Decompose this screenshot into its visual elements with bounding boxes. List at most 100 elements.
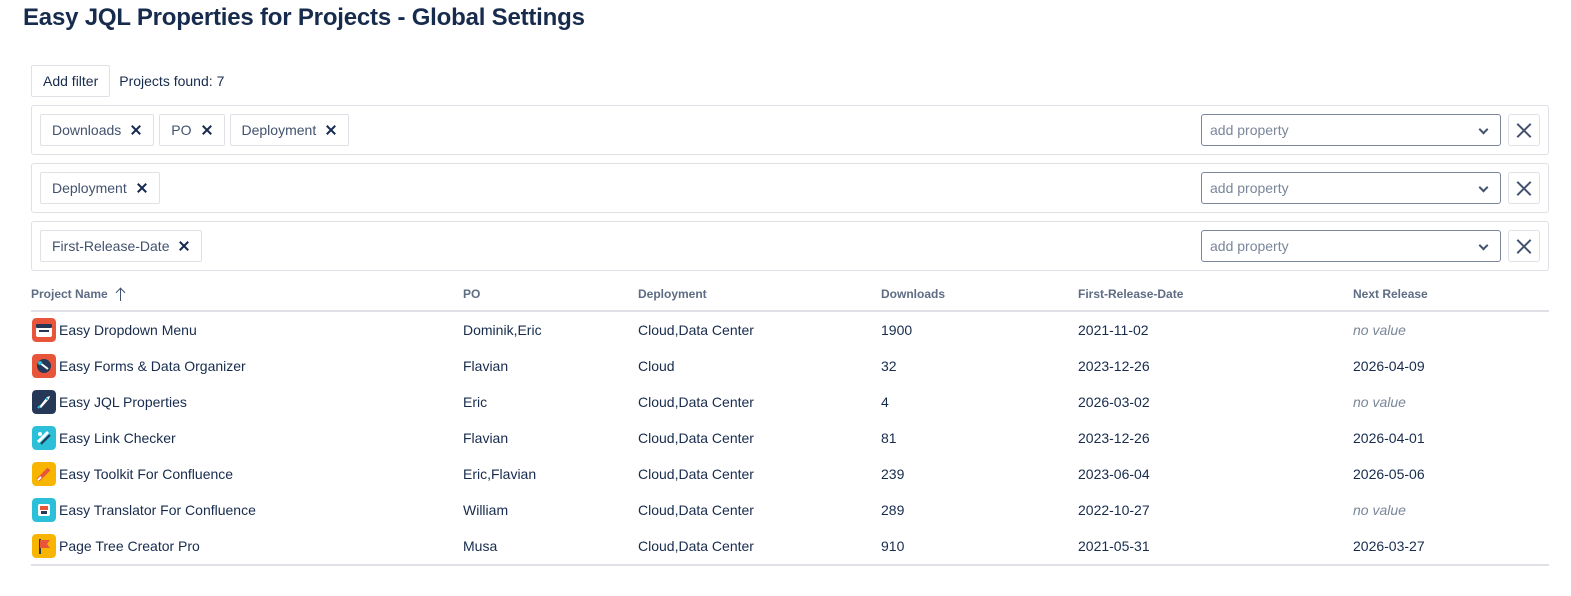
cell-next-release: 2026-03-27 — [1353, 538, 1425, 554]
filter-chips: Downloads PO Deployment — [40, 114, 350, 146]
remove-filter-row-button[interactable] — [1508, 114, 1540, 146]
project-name-text: Easy Translator For Confluence — [59, 502, 256, 518]
cell-first-release-date: 2023-06-04 — [1078, 466, 1150, 482]
rocket-app-icon — [32, 390, 56, 414]
cell-po: Eric,Flavian — [463, 466, 537, 482]
project-name-text: Easy Link Checker — [59, 430, 176, 446]
filter-toolbar: Add filter Projects found: 7 — [31, 65, 224, 97]
cell-next-release: no value — [1353, 322, 1406, 338]
table-row[interactable]: Easy Forms & Data Organizer Flavian Cloud 3… — [31, 348, 1549, 384]
chevron-down-icon — [1478, 182, 1489, 193]
column-header-deployment[interactable]: Deployment — [638, 287, 707, 301]
cell-project-name[interactable]: Easy Dropdown Menu — [32, 318, 197, 342]
filter-chip-deployment[interactable]: Deployment — [40, 172, 160, 204]
cell-po: William — [463, 502, 509, 518]
link-checker-app-icon — [32, 426, 56, 450]
chevron-down-icon — [1478, 124, 1489, 135]
cell-first-release-date: 2023-12-26 — [1078, 358, 1150, 374]
cell-project-name[interactable]: Easy Link Checker — [32, 426, 176, 450]
cell-downloads: 4 — [881, 394, 889, 410]
cell-next-release: no value — [1353, 394, 1406, 410]
chip-label: First-Release-Date — [52, 238, 170, 254]
cell-project-name[interactable]: Easy Toolkit For Confluence — [32, 462, 233, 486]
table-row[interactable]: Page Tree Creator Pro Musa Cloud,Data Cent… — [31, 528, 1549, 564]
filter-chips: First-Release-Date — [40, 230, 203, 262]
chip-label: Downloads — [52, 122, 122, 138]
cell-downloads: 81 — [881, 430, 897, 446]
filter-chip-downloads[interactable]: Downloads — [40, 114, 155, 146]
cell-project-name[interactable]: Page Tree Creator Pro — [32, 534, 200, 558]
cell-po: Flavian — [463, 358, 509, 374]
projects-found-label: Projects found: — [119, 73, 213, 89]
cell-po: Dominik,Eric — [463, 322, 542, 338]
add-property-select[interactable]: add property — [1201, 230, 1501, 262]
cell-next-release: 2026-05-06 — [1353, 466, 1425, 482]
add-property-placeholder: add property — [1210, 122, 1289, 138]
column-header-project-name[interactable]: Project Name — [31, 287, 126, 301]
table-row[interactable]: Easy Link Checker Flavian Cloud,Data Cente… — [31, 420, 1549, 456]
remove-chip-icon[interactable] — [202, 125, 212, 135]
filter-chip-first-release-date[interactable]: First-Release-Date — [40, 230, 203, 262]
remove-chip-icon[interactable] — [137, 183, 147, 193]
chevron-down-icon — [1478, 240, 1489, 251]
cell-first-release-date: 2021-05-31 — [1078, 538, 1150, 554]
project-name-text: Page Tree Creator Pro — [59, 538, 200, 554]
table-header: Project Name PO Deployment Downloads Fir… — [31, 278, 1549, 312]
cell-first-release-date: 2023-12-26 — [1078, 430, 1150, 446]
cell-first-release-date: 2026-03-02 — [1078, 394, 1150, 410]
table-row[interactable]: Easy Dropdown Menu Dominik,Eric Cloud,Data… — [31, 312, 1549, 348]
remove-filter-row-button[interactable] — [1508, 172, 1540, 204]
filter-chip-po[interactable]: PO — [159, 114, 225, 146]
filter-row-1: Downloads PO Deployment add property — [31, 105, 1549, 155]
table-row[interactable]: Easy JQL Properties Eric Cloud,Data Center… — [31, 384, 1549, 420]
column-header-next-release[interactable]: Next Release — [1353, 287, 1428, 301]
cell-project-name[interactable]: Easy Forms & Data Organizer — [32, 354, 246, 378]
cell-downloads: 32 — [881, 358, 897, 374]
column-header-first-release-date[interactable]: First-Release-Date — [1078, 287, 1183, 301]
add-property-placeholder: add property — [1210, 238, 1289, 254]
cell-deployment: Cloud,Data Center — [638, 466, 754, 482]
table-row[interactable]: Easy Translator For Confluence William Clo… — [31, 492, 1549, 528]
add-filter-button[interactable]: Add filter — [31, 65, 111, 97]
cell-first-release-date: 2021-11-02 — [1078, 322, 1149, 338]
cell-downloads: 1900 — [881, 322, 913, 338]
cell-deployment: Cloud,Data Center — [638, 502, 754, 518]
remove-chip-icon[interactable] — [326, 125, 336, 135]
projects-found-count: 7 — [216, 73, 225, 89]
cell-downloads: 289 — [881, 502, 905, 518]
project-name-text: Easy Toolkit For Confluence — [59, 466, 234, 482]
column-header-label: Project Name — [31, 287, 108, 301]
remove-chip-icon[interactable] — [131, 125, 141, 135]
add-property-select[interactable]: add property — [1201, 114, 1501, 146]
cell-deployment: Cloud,Data Center — [638, 538, 754, 554]
add-property-select[interactable]: add property — [1201, 172, 1501, 204]
cell-deployment: Cloud,Data Center — [638, 430, 754, 446]
project-name-text: Easy Dropdown Menu — [59, 322, 197, 338]
filter-row-2: Deployment add property — [31, 163, 1549, 213]
project-name-text: Easy Forms & Data Organizer — [59, 358, 246, 374]
cell-project-name[interactable]: Easy JQL Properties — [32, 390, 187, 414]
arrow-up-icon — [116, 287, 126, 301]
cell-first-release-date: 2022-10-27 — [1078, 502, 1150, 518]
page-tree-app-icon — [32, 534, 56, 558]
table-body: Easy Dropdown Menu Dominik,Eric Cloud,Data… — [31, 312, 1549, 566]
cell-deployment: Cloud,Data Center — [638, 322, 754, 338]
filter-chip-deployment[interactable]: Deployment — [229, 114, 350, 146]
dropdown-menu-app-icon — [32, 318, 56, 342]
column-header-downloads[interactable]: Downloads — [881, 287, 945, 301]
filter-chips: Deployment — [40, 172, 160, 204]
column-header-po[interactable]: PO — [463, 287, 480, 301]
translator-app-icon — [32, 498, 56, 522]
cell-next-release: 2026-04-01 — [1353, 430, 1425, 446]
filter-row-3: First-Release-Date add property — [31, 221, 1549, 271]
add-property-placeholder: add property — [1210, 180, 1289, 196]
cell-deployment: Cloud — [638, 358, 675, 374]
toolkit-app-icon — [32, 462, 56, 486]
remove-filter-row-button[interactable] — [1508, 230, 1540, 262]
cell-project-name[interactable]: Easy Translator For Confluence — [32, 498, 256, 522]
remove-chip-icon[interactable] — [179, 241, 189, 251]
table-row[interactable]: Easy Toolkit For Confluence Eric,Flavian C… — [31, 456, 1549, 492]
chip-label: Deployment — [52, 180, 127, 196]
chip-label: PO — [171, 122, 192, 138]
project-name-text: Easy JQL Properties — [59, 394, 187, 410]
